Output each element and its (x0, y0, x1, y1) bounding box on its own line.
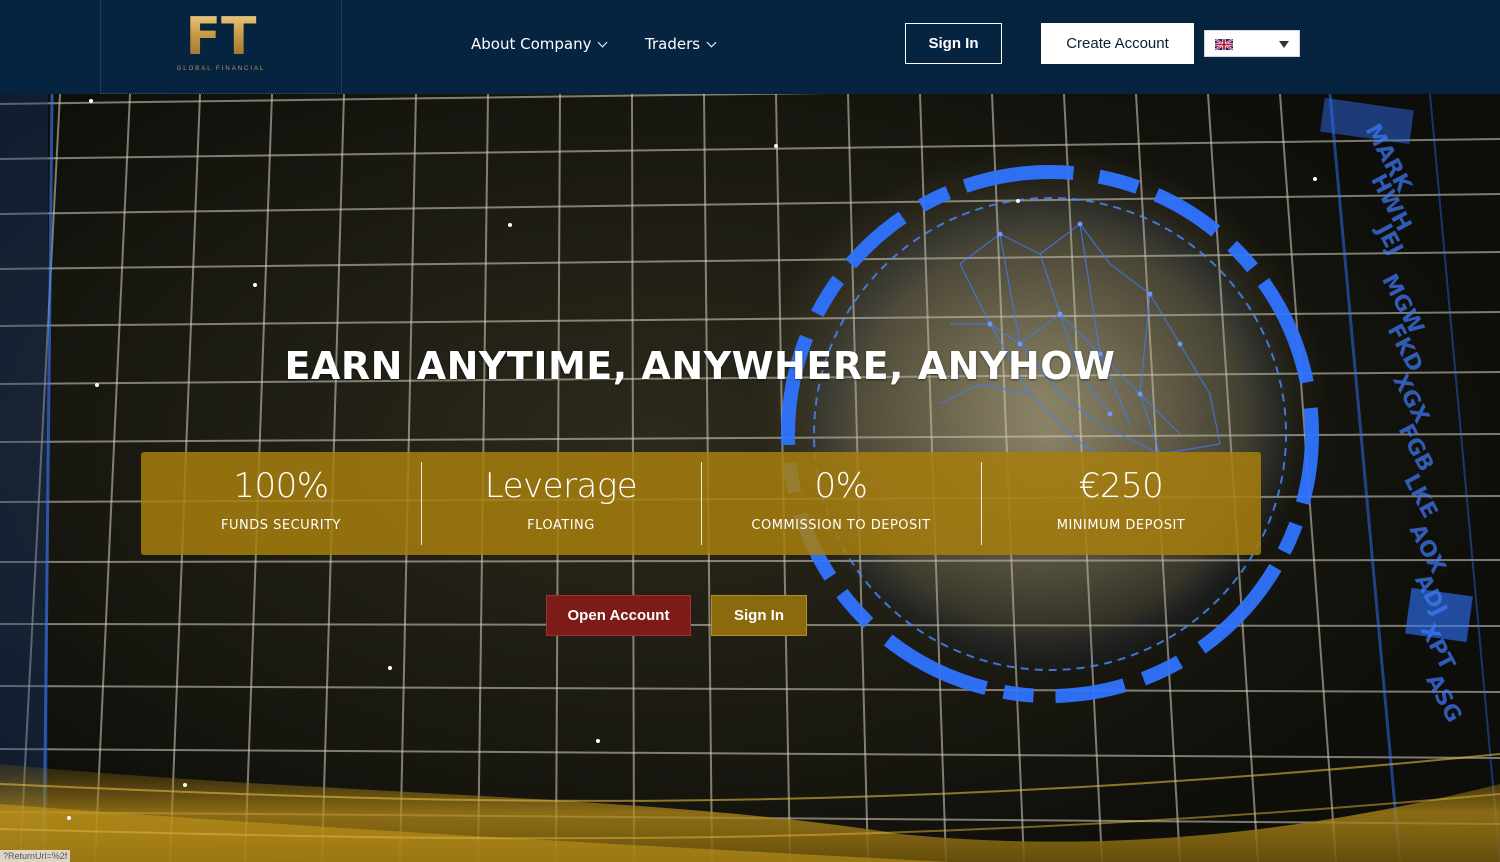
open-account-button[interactable]: Open Account (546, 595, 691, 636)
header-sign-in-button[interactable]: Sign In (905, 23, 1002, 64)
nav-traders[interactable]: Traders (645, 33, 717, 55)
chevron-down-icon (598, 37, 608, 47)
uk-flag-icon (1215, 39, 1233, 50)
chevron-down-icon (706, 37, 717, 47)
hero-section: MARK HWH JEJ MGW FKD XGX FGB LKE AOX ADJ XPT ASG EA… (0, 94, 1500, 862)
stat-value: Leverage (484, 466, 638, 506)
status-bar-url: ?ReturnUrl=%2f (0, 850, 71, 862)
stat-commission: 0% COMMISSION TO DEPOSIT (701, 452, 981, 555)
language-select[interactable] (1204, 30, 1300, 57)
stat-label: FUNDS SECURITY (221, 518, 341, 533)
left-hud-panel (0, 94, 54, 862)
nav-about-company[interactable]: About Company (471, 33, 608, 55)
hero-title: EARN ANYTIME, ANYWHERE, ANYHOW (284, 344, 1116, 388)
create-account-button[interactable]: Create Account (1041, 23, 1194, 64)
nav-traders-label: Traders (645, 35, 701, 53)
hero-sign-in-button[interactable]: Sign In (711, 595, 807, 636)
stat-value: 100% (233, 466, 329, 506)
stat-leverage: Leverage FLOATING (421, 452, 701, 555)
hud-ticker-label: AOX (1404, 520, 1450, 578)
stat-minimum-deposit: €250 MINIMUM DEPOSIT (981, 452, 1261, 555)
stat-value: 0% (814, 466, 868, 506)
stat-value: €250 (1078, 466, 1164, 506)
stat-label: MINIMUM DEPOSIT (1056, 518, 1186, 533)
stat-funds-security: 100% FUNDS SECURITY (141, 452, 421, 555)
logo-subtitle: GLOBAL FINANCIAL (176, 66, 266, 72)
globe-graphic (781, 165, 1319, 703)
stat-label: COMMISSION TO DEPOSIT (751, 518, 931, 533)
hud-ticker-label: ASG (1420, 670, 1466, 727)
logo[interactable]: FT GLOBAL FINANCIAL (100, 0, 342, 94)
gold-light-waves (0, 753, 1500, 862)
caret-down-icon (1279, 41, 1289, 48)
stat-label: FLOATING (527, 518, 595, 533)
nav-about-company-label: About Company (471, 35, 592, 53)
hud-ticker-label: FGB (1393, 420, 1438, 476)
stats-band: 100% FUNDS SECURITY Leverage FLOATING 0%… (141, 452, 1261, 555)
site-header: FT GLOBAL FINANCIAL About Company Trader… (0, 0, 1500, 94)
logo-mark: FT (101, 10, 341, 64)
